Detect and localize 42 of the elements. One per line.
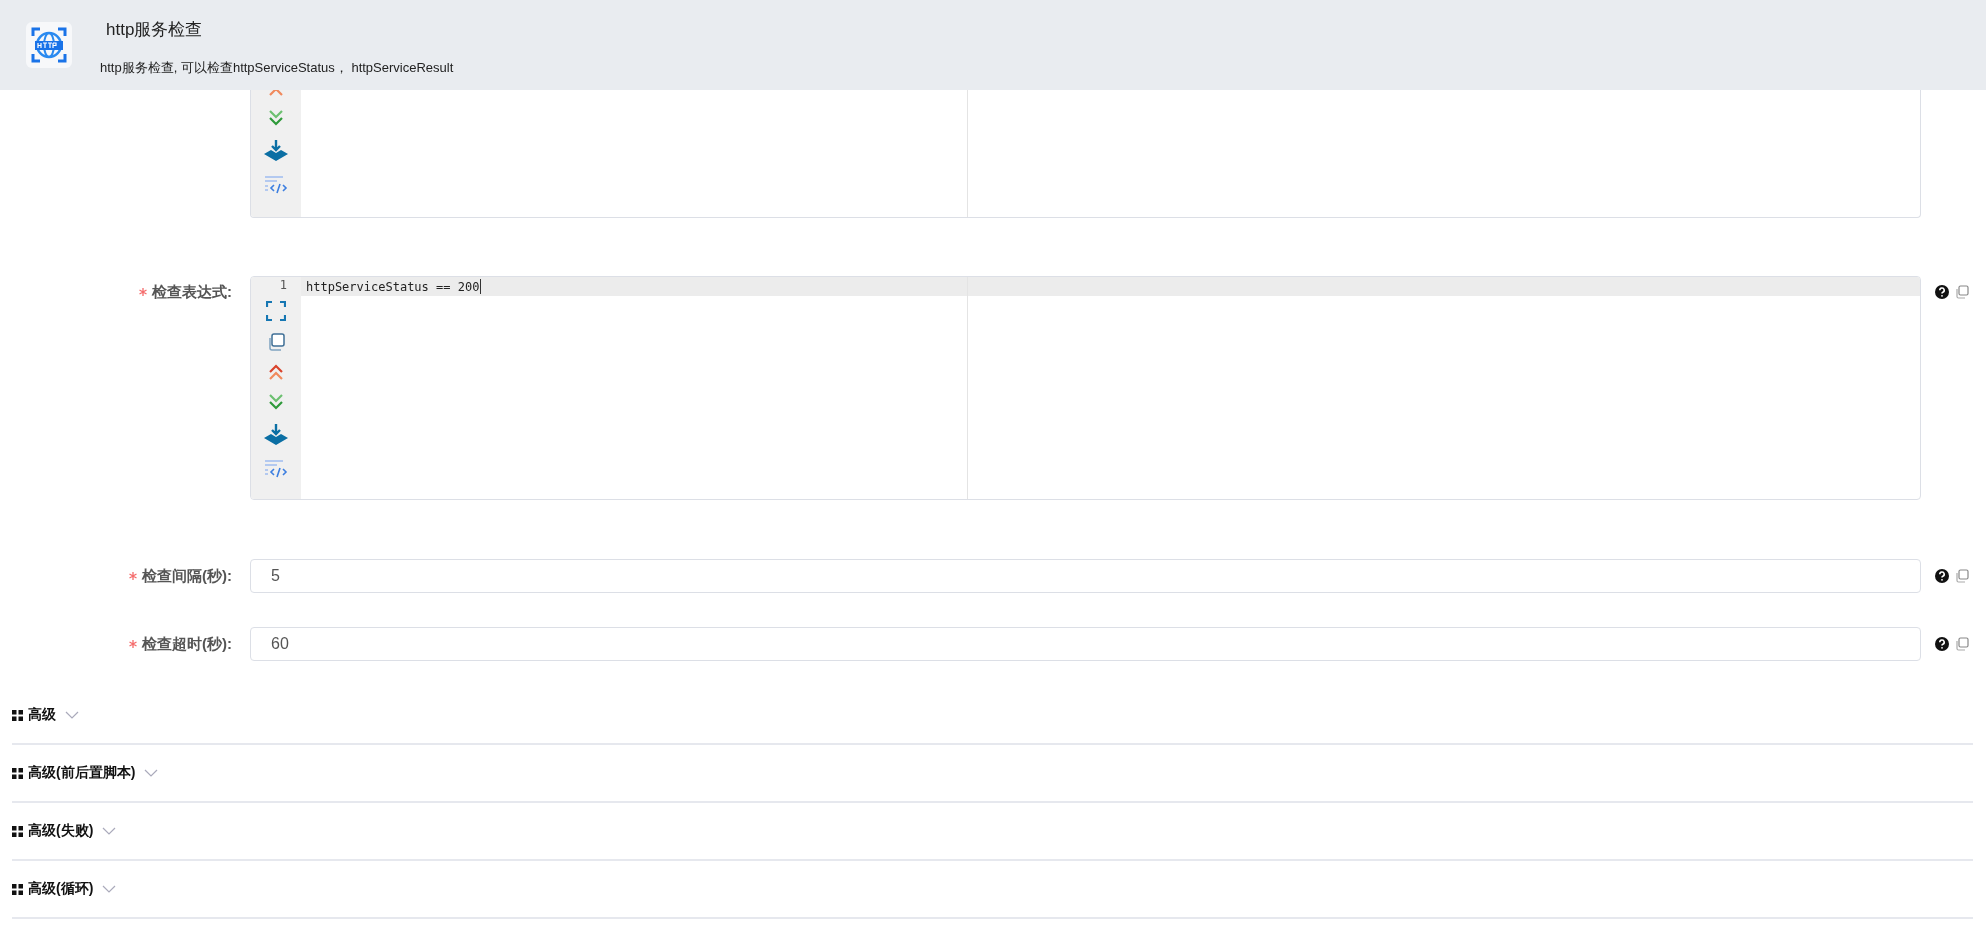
http-globe-logo-icon [26, 22, 72, 68]
help-icon[interactable] [1935, 569, 1949, 583]
line-number: 1 [279, 278, 287, 292]
section-header[interactable]: 高级(循环) [12, 880, 117, 898]
format-code-icon[interactable] [264, 459, 288, 479]
field-label: 检查间隔(秒): [142, 566, 232, 586]
section-title: 高级 [28, 706, 56, 724]
section-title: 高级(循环) [28, 880, 94, 898]
copy-icon[interactable] [267, 333, 285, 351]
grid-icon [12, 709, 23, 721]
field-label: 检查超时(秒): [142, 634, 232, 654]
section-header[interactable]: 高级(前后置脚本) [12, 764, 159, 782]
chevrons-down-icon[interactable] [266, 109, 286, 127]
grid-icon [12, 883, 23, 895]
fullscreen-icon[interactable] [266, 301, 286, 321]
grid-icon [12, 825, 23, 837]
field-label: 检查表达式: [152, 282, 232, 302]
download-tray-icon[interactable] [263, 139, 289, 163]
input-field[interactable]: 5 [250, 559, 1921, 593]
grid-icon [12, 767, 23, 779]
copy-icon[interactable] [1955, 637, 1969, 651]
input-field[interactable]: 60 [250, 627, 1921, 661]
chevron-down-icon[interactable] [65, 710, 79, 720]
code-line: httpServiceStatus == 200 [306, 279, 480, 294]
chevrons-down-icon[interactable] [266, 393, 286, 411]
format-code-icon[interactable] [264, 175, 288, 195]
code-editor[interactable]: 1 httpServiceStatus == 200 [250, 276, 1921, 500]
help-icon[interactable] [1935, 637, 1949, 651]
section-header[interactable]: 高级(失败) [12, 822, 117, 840]
section-title: 高级(失败) [28, 822, 94, 840]
chevron-down-icon[interactable] [102, 884, 117, 894]
copy-icon[interactable] [1955, 569, 1969, 583]
download-tray-icon[interactable] [263, 423, 289, 447]
chevron-down-icon[interactable] [144, 768, 159, 778]
page-description: http服务检查, 可以检查httpServiceStatus， httpServiceResult [100, 58, 454, 77]
chevron-down-icon[interactable] [102, 826, 117, 836]
copy-icon[interactable] [1955, 285, 1969, 299]
section-header[interactable]: 高级 [12, 706, 79, 724]
help-icon[interactable] [1935, 285, 1949, 299]
section-title: 高级(前后置脚本) [28, 764, 136, 782]
text-cursor [480, 279, 482, 294]
page-title: http服务检查 [106, 18, 204, 41]
